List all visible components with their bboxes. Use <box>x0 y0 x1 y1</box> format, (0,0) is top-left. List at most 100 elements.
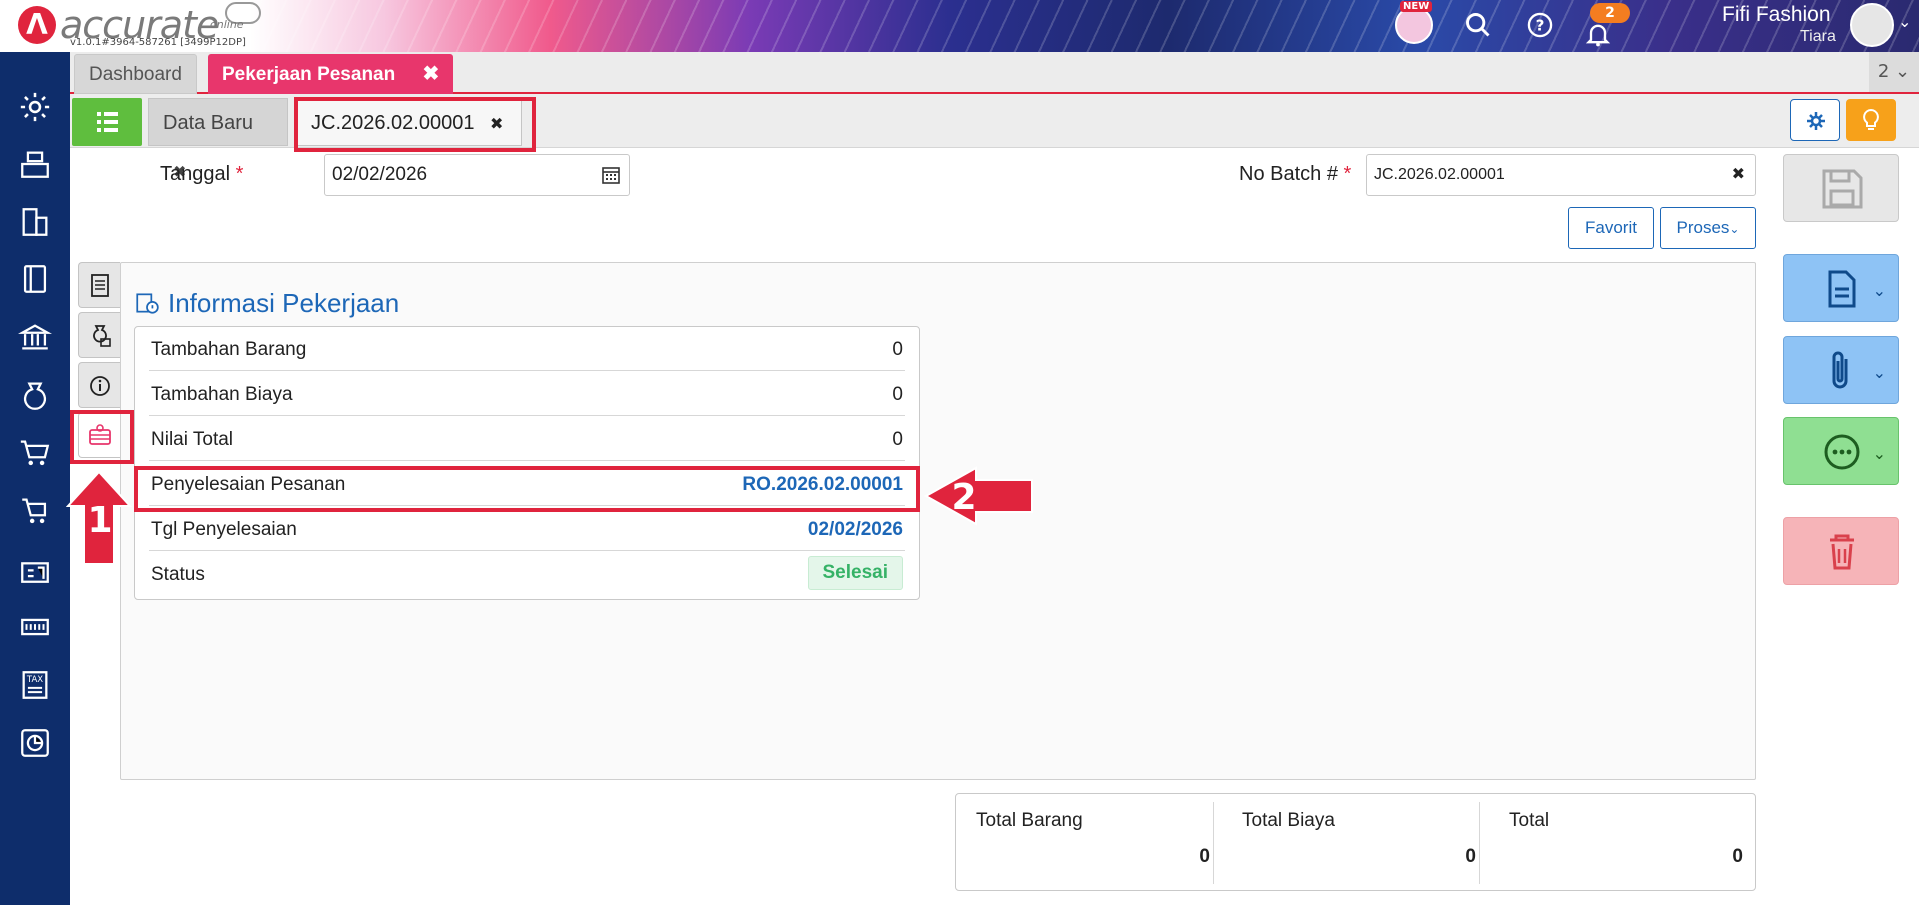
tab-info[interactable] <box>78 362 120 408</box>
highlight-box-side-tab <box>70 410 134 464</box>
more-actions-button[interactable]: ⌄ <box>1783 417 1899 485</box>
help-icon[interactable]: ? <box>1526 11 1554 39</box>
list-view-button[interactable] <box>72 98 142 146</box>
batch-field-value: JC.2026.02.00001 <box>1374 166 1505 183</box>
sidebar: TAX <box>0 52 70 905</box>
print-document-button[interactable]: ⌄ <box>1783 254 1899 322</box>
more-icon <box>1824 434 1860 470</box>
open-tab-count[interactable]: 2 ⌄ <box>1869 52 1919 92</box>
chevron-down-icon[interactable]: ⌄ <box>1898 12 1911 31</box>
save-button[interactable] <box>1783 154 1899 222</box>
divider <box>1479 802 1480 884</box>
date-field[interactable]: 02/02/2026 <box>324 154 630 196</box>
tax-icon[interactable]: TAX <box>18 668 52 702</box>
annotation-number-1: 1 <box>87 500 112 541</box>
user-name[interactable]: Fifi Fashion <box>1722 3 1831 27</box>
date-field-value: 02/02/2026 <box>332 164 428 185</box>
batch-number-field[interactable]: JC.2026.02.00001 ✖ <box>1366 154 1756 196</box>
calendar-icon[interactable] <box>601 165 621 185</box>
highlight-box-tab <box>294 97 536 152</box>
module-tab-bar: Dashboard Pekerjaan Pesanan ✖ 2 ⌄ <box>70 52 1919 94</box>
top-bar: Λ accurate online v1.0.1#3964-587261 [34… <box>0 0 1919 52</box>
tab-data-baru[interactable]: Data Baru ✖ <box>148 98 288 181</box>
info-value: 0 <box>892 429 903 450</box>
bank-icon[interactable] <box>18 320 52 354</box>
save-icon <box>1822 169 1863 209</box>
batch-label: No Batch # * <box>1239 163 1351 186</box>
total-biaya-value: 0 <box>1465 846 1476 867</box>
attachment-button[interactable]: ⌄ <box>1783 336 1899 404</box>
delete-button[interactable] <box>1783 517 1899 585</box>
search-icon[interactable] <box>1464 11 1492 39</box>
user-subtitle: Tiara <box>1800 28 1836 45</box>
logo-mark-icon: Λ <box>18 6 56 44</box>
paperclip-icon <box>1832 351 1848 389</box>
annotation-number-2: 2 <box>951 477 976 518</box>
warehouse-icon[interactable] <box>18 552 52 586</box>
info-row: Tambahan Barang 0 <box>149 327 905 371</box>
total-barang-label: Total Barang <box>976 810 1083 831</box>
settings-button[interactable] <box>1790 99 1840 141</box>
tips-button[interactable] <box>1846 99 1896 141</box>
required-mark: * <box>1343 163 1352 185</box>
status-badge: Selesai <box>807 556 903 590</box>
tab-dashboard[interactable]: Dashboard <box>74 54 197 94</box>
report-chart-icon[interactable] <box>18 726 52 760</box>
date-label: Tanggal * <box>160 163 243 186</box>
proses-button[interactable]: Proses⌄ <box>1660 207 1756 249</box>
total-biaya: Total Biaya 0 <box>1222 794 1488 892</box>
ledger-icon[interactable] <box>18 262 52 296</box>
document-icon <box>91 274 109 297</box>
gear-icon <box>1807 112 1825 130</box>
batch-label-text: No Batch # <box>1239 163 1338 185</box>
info-label: Tgl Penyelesaian <box>151 519 297 540</box>
svg-text:?: ? <box>1536 16 1545 34</box>
info-row: Tgl Penyelesaian 02/02/2026 <box>149 507 905 551</box>
tab-pekerjaan-pesanan[interactable]: Pekerjaan Pesanan ✖ <box>208 54 454 94</box>
info-row: Status Selesai <box>149 552 905 596</box>
annotation-arrow-left: 2 <box>924 466 1033 526</box>
gear-icon[interactable] <box>18 90 52 124</box>
money-bag-icon[interactable] <box>18 378 52 412</box>
tab-detail-document[interactable] <box>78 262 120 308</box>
info-label: Nilai Total <box>151 429 234 450</box>
new-badge: NEW <box>1400 1 1433 12</box>
header-decoration <box>250 0 1919 52</box>
job-document-icon <box>136 293 159 314</box>
building-icon[interactable] <box>18 205 52 239</box>
completion-date-value: 02/02/2026 <box>807 519 903 540</box>
cash-register-icon[interactable] <box>18 147 52 181</box>
info-label: Tambahan Biaya <box>151 384 293 405</box>
chevron-down-icon: ⌄ <box>1872 444 1886 463</box>
total-biaya-label: Total Biaya <box>1242 810 1335 831</box>
date-label-text: Tanggal <box>160 163 231 185</box>
section-title-text: Informasi Pekerjaan <box>168 288 400 318</box>
total-all: Total 0 <box>1489 794 1755 892</box>
cart-icon[interactable] <box>18 436 52 470</box>
clear-icon[interactable]: ✖ <box>1732 155 1745 195</box>
info-icon <box>90 376 110 396</box>
tab-count-value: 2 <box>1877 61 1890 82</box>
job-info-table: Tambahan Barang 0 Tambahan Biaya 0 Nilai… <box>134 326 920 600</box>
tab-cost[interactable] <box>78 312 120 358</box>
close-icon[interactable]: ✖ <box>423 63 440 85</box>
annotation-arrow-up: 1 <box>66 470 132 565</box>
list-icon <box>97 112 118 132</box>
chevron-down-icon: ⌄ <box>1729 222 1740 236</box>
info-label: Status <box>151 564 205 585</box>
notification-badge: 2 <box>1590 3 1630 23</box>
bell-icon[interactable] <box>1584 20 1612 48</box>
user-avatar[interactable] <box>1850 3 1894 47</box>
required-mark: * <box>235 163 244 185</box>
tab-label: Data Baru <box>163 112 254 134</box>
total-barang: Total Barang 0 <box>956 794 1222 892</box>
purchase-cart-icon[interactable] <box>18 494 52 528</box>
tab-label: Pekerjaan Pesanan <box>222 64 396 85</box>
logo-sub: online <box>210 18 244 31</box>
highlight-box-row <box>134 466 920 512</box>
production-icon[interactable] <box>18 610 52 644</box>
chevron-down-icon: ⌄ <box>1872 281 1886 300</box>
info-label: Tambahan Barang <box>151 339 307 360</box>
favorit-button[interactable]: Favorit <box>1568 207 1654 249</box>
section-title: Informasi Pekerjaan <box>136 288 400 319</box>
